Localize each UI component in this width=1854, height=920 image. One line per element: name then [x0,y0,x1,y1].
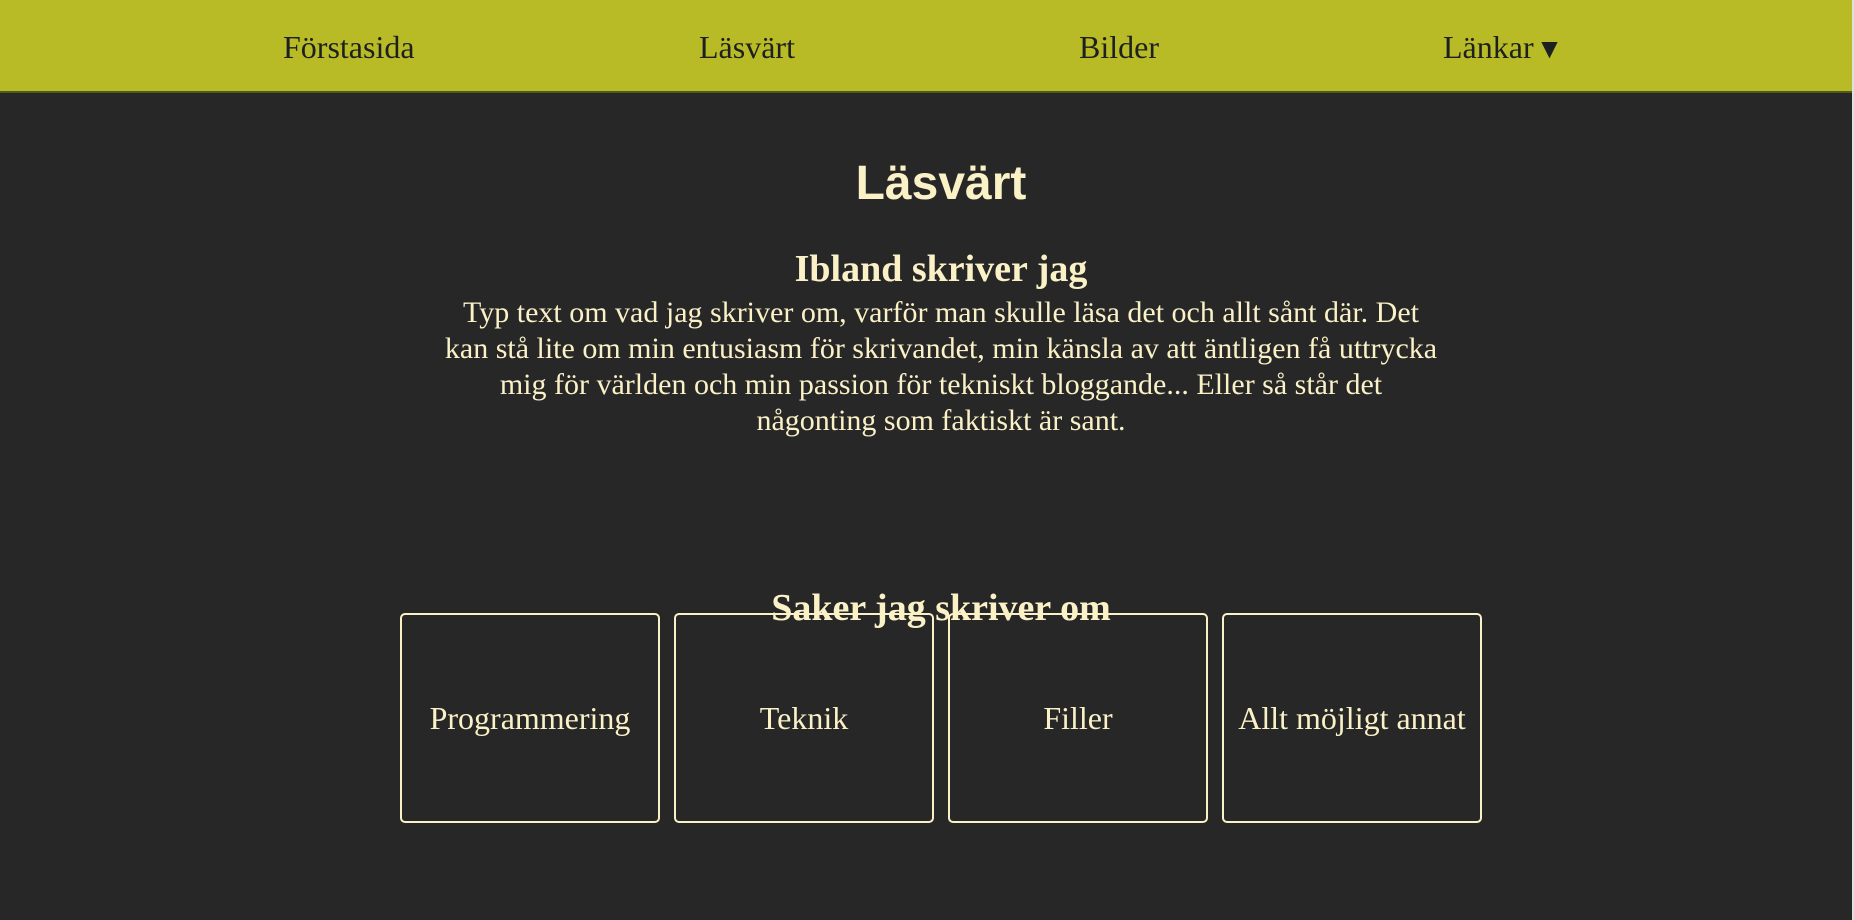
nav-item-bilder[interactable]: Bilder [1079,24,1159,70]
top-navbar: Förstasida Läsvärt Bilder Länkar▼ [0,0,1852,93]
topics-grid: Programmering Teknik Filler Allt möjligt… [400,613,1482,823]
topic-label: Allt möjligt annat [1238,699,1466,736]
topic-label: Teknik [759,699,849,736]
page: Förstasida Läsvärt Bilder Länkar▼ Läsvär… [0,0,1852,920]
page-title: Läsvärt [855,157,1027,211]
caret-down-icon: ▼ [1535,34,1564,65]
topic-card-teknik[interactable]: Teknik [674,613,934,823]
topic-card-filler[interactable]: Filler [948,613,1208,823]
nav-item-lankar-label: Länkar [1443,29,1534,65]
intro-paragraph: Typ text om vad jag skriver om, varför m… [444,296,1438,437]
topic-label: Programmering [429,699,631,736]
topic-card-allt-mojligt-annat[interactable]: Allt möjligt annat [1222,613,1482,823]
topic-label: Filler [1043,699,1113,736]
nav-item-forstasida[interactable]: Förstasida [283,24,415,70]
nav-item-lasvart[interactable]: Läsvärt [699,24,795,70]
intro-heading: Ibland skriver jag [794,247,1088,290]
nav-item-lankar-dropdown[interactable]: Länkar▼ [1443,24,1563,73]
topic-card-programmering[interactable]: Programmering [400,613,660,823]
